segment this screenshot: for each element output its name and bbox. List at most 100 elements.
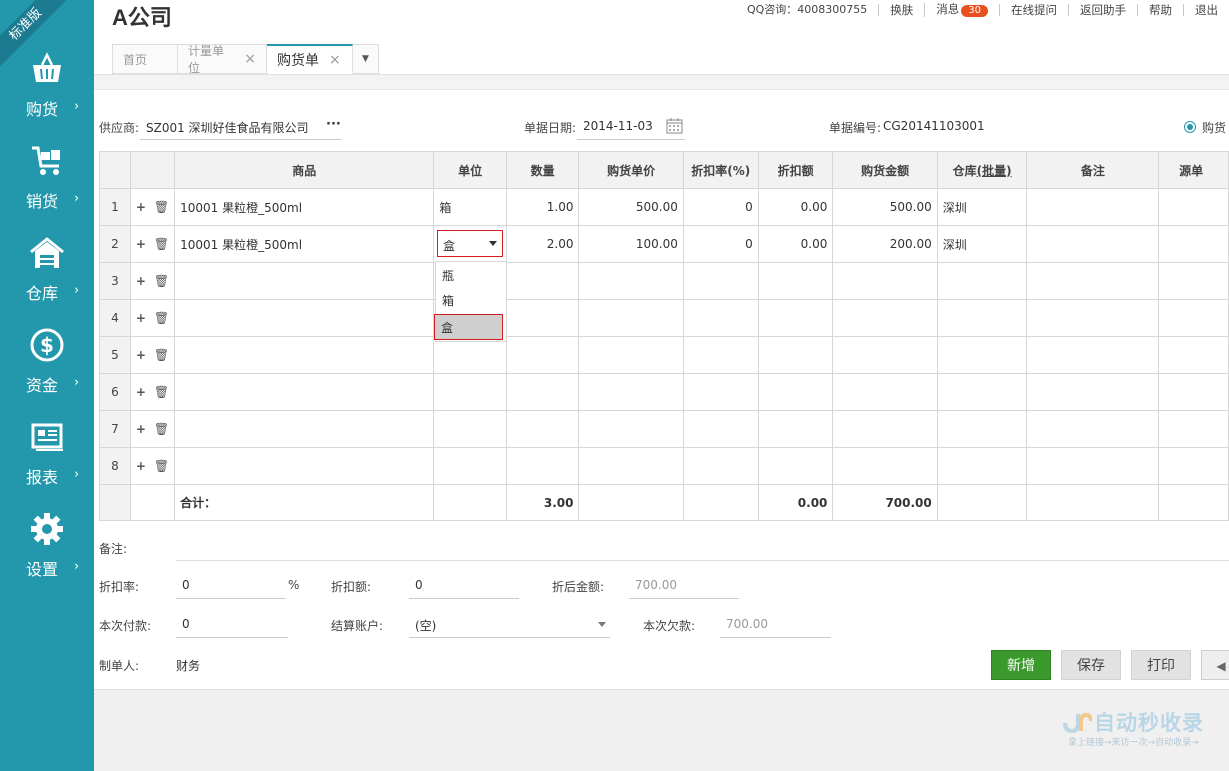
add-row-icon[interactable]: + (136, 385, 146, 399)
cell-discount-amount[interactable] (757, 336, 834, 374)
payment-input[interactable]: 0 (182, 617, 190, 631)
cell-discount-rate[interactable]: 0 (682, 188, 759, 226)
unit-option[interactable]: 箱 (436, 288, 506, 314)
nav-sales[interactable]: 销货 › (0, 144, 94, 224)
delete-row-icon[interactable]: 🗑 (154, 422, 169, 436)
tab-units[interactable]: 计量单位 × (178, 44, 267, 75)
cell-warehouse[interactable] (936, 447, 1028, 485)
messages-link[interactable]: 消息 30 (924, 3, 999, 17)
cell-unit[interactable] (433, 410, 507, 448)
date-field[interactable]: 2014-11-03 (583, 119, 653, 133)
cell-discount-rate[interactable]: 0 (682, 225, 759, 263)
cell-discount-amount[interactable] (757, 410, 834, 448)
purchase-type-radio[interactable] (1184, 121, 1196, 133)
nav-warehouse[interactable]: 仓库 › (0, 236, 94, 316)
cell-product[interactable] (174, 299, 435, 337)
chevron-down-icon[interactable] (598, 622, 606, 627)
cell-qty[interactable] (505, 373, 580, 411)
save-button[interactable]: 保存 (1061, 650, 1121, 680)
batch-link[interactable]: (批量) (977, 164, 1012, 178)
memo-field[interactable] (176, 560, 1229, 561)
cell-product[interactable] (174, 373, 435, 411)
cell-discount-amount[interactable]: 0.00 (757, 188, 834, 226)
cell-price[interactable] (578, 410, 684, 448)
online-help-link[interactable]: 在线提问 (999, 4, 1068, 16)
cell-warehouse[interactable]: 深圳 (936, 225, 1028, 263)
cell-discount-rate[interactable] (682, 447, 759, 485)
unit-option[interactable]: 瓶 (436, 263, 506, 289)
cell-unit[interactable] (433, 336, 507, 374)
unit-select[interactable]: 盒 (437, 230, 503, 257)
cell-qty[interactable] (505, 299, 580, 337)
cell-price[interactable]: 100.00 (578, 225, 684, 263)
add-row-icon[interactable]: + (136, 422, 146, 436)
close-icon[interactable]: × (244, 51, 256, 67)
cell-product[interactable]: 10001 果粒橙_500ml (174, 188, 435, 226)
cell-product[interactable] (174, 336, 435, 374)
delete-row-icon[interactable]: 🗑 (154, 200, 169, 214)
cell-warehouse[interactable] (936, 299, 1028, 337)
new-button[interactable]: 新增 (991, 650, 1051, 680)
unit-option-selected[interactable]: 盒 (434, 314, 503, 340)
cell-product[interactable]: 10001 果粒橙_500ml (174, 225, 435, 263)
logout-link[interactable]: 退出 (1183, 4, 1229, 16)
cell-qty[interactable]: 2.00 (505, 225, 580, 263)
delete-row-icon[interactable]: 🗑 (154, 237, 169, 251)
add-row-icon[interactable]: + (136, 348, 146, 362)
delete-row-icon[interactable]: 🗑 (154, 311, 169, 325)
cell-amount[interactable]: 200.00 (832, 225, 938, 263)
skin-link[interactable]: 换肤 (878, 4, 924, 16)
supplier-field[interactable]: SZ001 深圳好佳食品有限公司 (146, 119, 309, 136)
cell-amount[interactable] (832, 262, 938, 300)
cell-qty[interactable]: 1.00 (505, 188, 580, 226)
cell-discount-rate[interactable] (682, 336, 759, 374)
discount-amount-input[interactable]: 0 (415, 578, 423, 592)
add-row-icon[interactable]: + (136, 311, 146, 325)
cell-amount[interactable]: 500.00 (832, 188, 938, 226)
add-row-icon[interactable]: + (136, 200, 146, 214)
cell-unit[interactable]: 箱 (433, 188, 507, 226)
cell-amount[interactable] (832, 373, 938, 411)
cell-price[interactable] (578, 373, 684, 411)
delete-row-icon[interactable]: 🗑 (154, 459, 169, 473)
tab-more-button[interactable]: ▼ (353, 44, 379, 74)
prev-button[interactable]: ◀ (1201, 650, 1229, 680)
cell-product[interactable] (174, 410, 435, 448)
cell-warehouse[interactable]: 深圳 (936, 188, 1028, 226)
close-icon[interactable]: × (329, 52, 341, 68)
add-row-icon[interactable]: + (136, 459, 146, 473)
cell-amount[interactable] (832, 410, 938, 448)
cell-discount-amount[interactable] (757, 447, 834, 485)
calendar-icon[interactable] (666, 117, 683, 134)
nav-reports[interactable]: 报表 › (0, 420, 94, 500)
cell-product[interactable] (174, 447, 435, 485)
cell-warehouse[interactable] (936, 373, 1028, 411)
add-row-icon[interactable]: + (136, 237, 146, 251)
cell-discount-amount[interactable] (757, 299, 834, 337)
cell-remark[interactable] (1026, 447, 1160, 485)
return-helper-link[interactable]: 返回助手 (1068, 4, 1137, 16)
cell-remark[interactable] (1026, 336, 1160, 374)
delete-row-icon[interactable]: 🗑 (154, 385, 169, 399)
cell-remark[interactable] (1026, 410, 1160, 448)
cell-remark[interactable] (1026, 225, 1160, 263)
cell-price[interactable]: 500.00 (578, 188, 684, 226)
cell-price[interactable] (578, 299, 684, 337)
cell-qty[interactable] (505, 262, 580, 300)
cell-qty[interactable] (505, 410, 580, 448)
cell-amount[interactable] (832, 336, 938, 374)
print-button[interactable]: 打印 (1131, 650, 1191, 680)
cell-discount-rate[interactable] (682, 410, 759, 448)
discount-rate-input[interactable]: 0 (182, 578, 190, 592)
cell-amount[interactable] (832, 299, 938, 337)
cell-discount-rate[interactable] (682, 373, 759, 411)
cell-warehouse[interactable] (936, 336, 1028, 374)
cell-unit[interactable] (433, 373, 507, 411)
cell-price[interactable] (578, 447, 684, 485)
cell-price[interactable] (578, 262, 684, 300)
cell-discount-amount[interactable]: 0.00 (757, 225, 834, 263)
delete-row-icon[interactable]: 🗑 (154, 348, 169, 362)
cell-remark[interactable] (1026, 373, 1160, 411)
delete-row-icon[interactable]: 🗑 (154, 274, 169, 288)
cell-discount-amount[interactable] (757, 373, 834, 411)
